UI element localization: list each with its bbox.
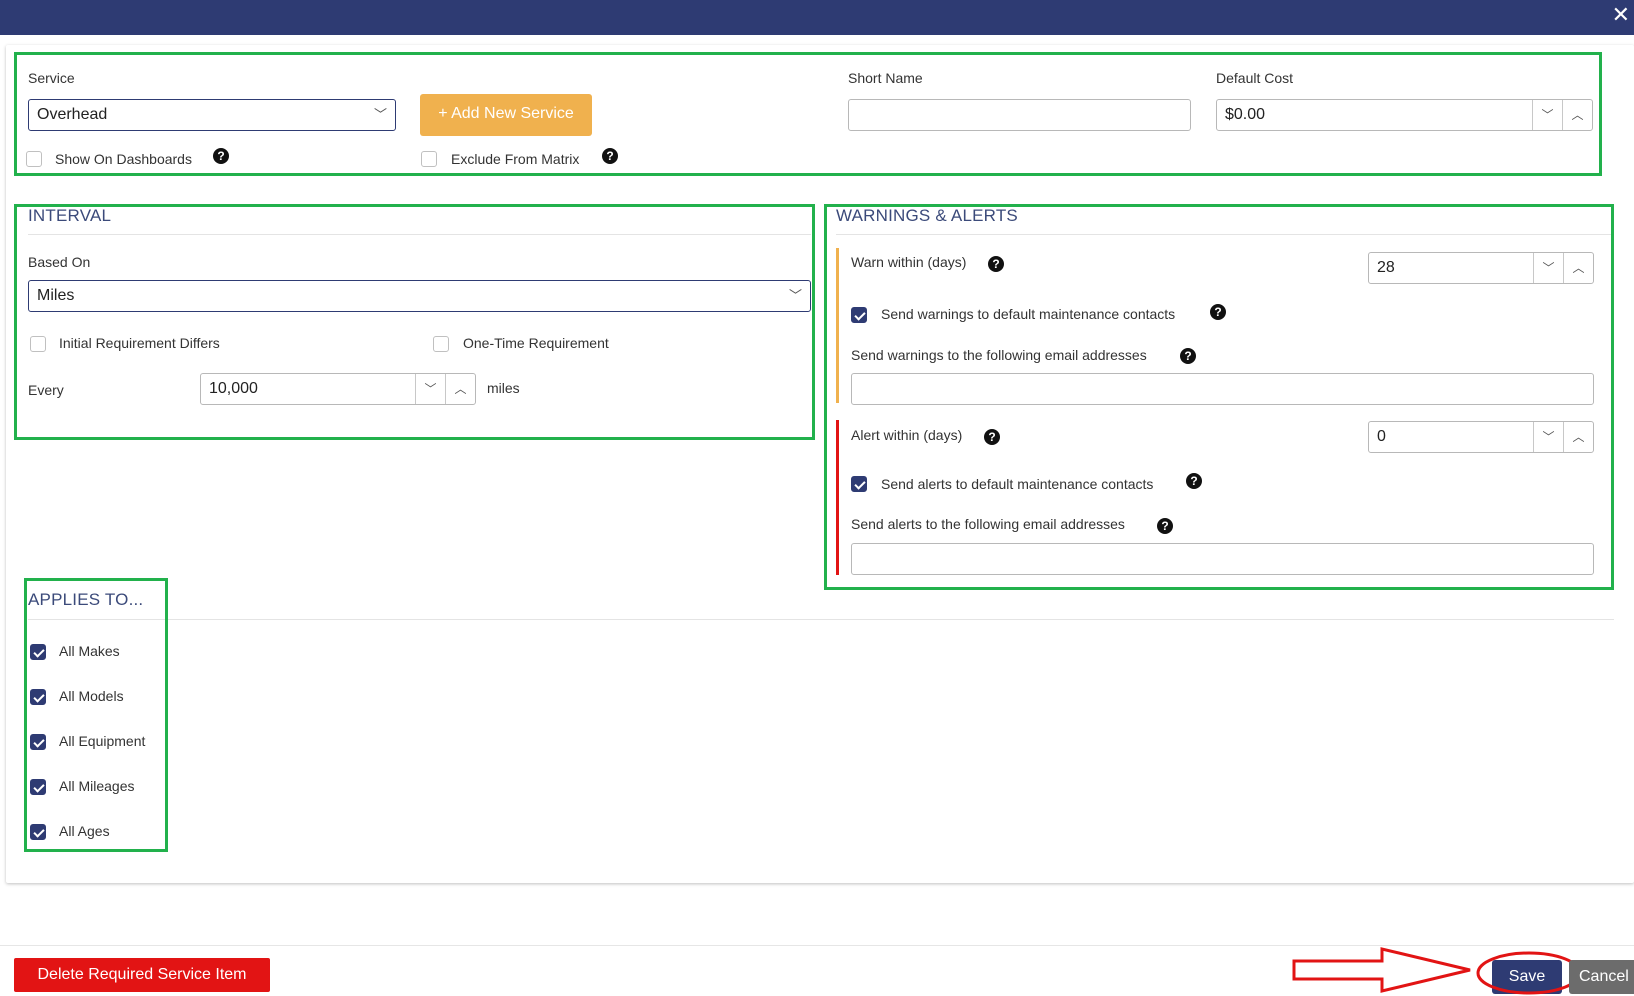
dialog-titlebar: ✕ bbox=[0, 0, 1634, 35]
close-icon[interactable]: ✕ bbox=[1612, 3, 1630, 27]
annotation-circle bbox=[1476, 951, 1582, 995]
highlight-box bbox=[14, 52, 1602, 176]
divider bbox=[28, 619, 1614, 620]
highlight-box bbox=[24, 578, 168, 852]
highlight-box bbox=[824, 204, 1614, 590]
delete-required-service-item-button[interactable]: Delete Required Service Item bbox=[14, 958, 270, 992]
annotation-arrow bbox=[1292, 947, 1471, 993]
cancel-button[interactable]: Cancel bbox=[1569, 960, 1634, 994]
highlight-box bbox=[14, 204, 815, 440]
